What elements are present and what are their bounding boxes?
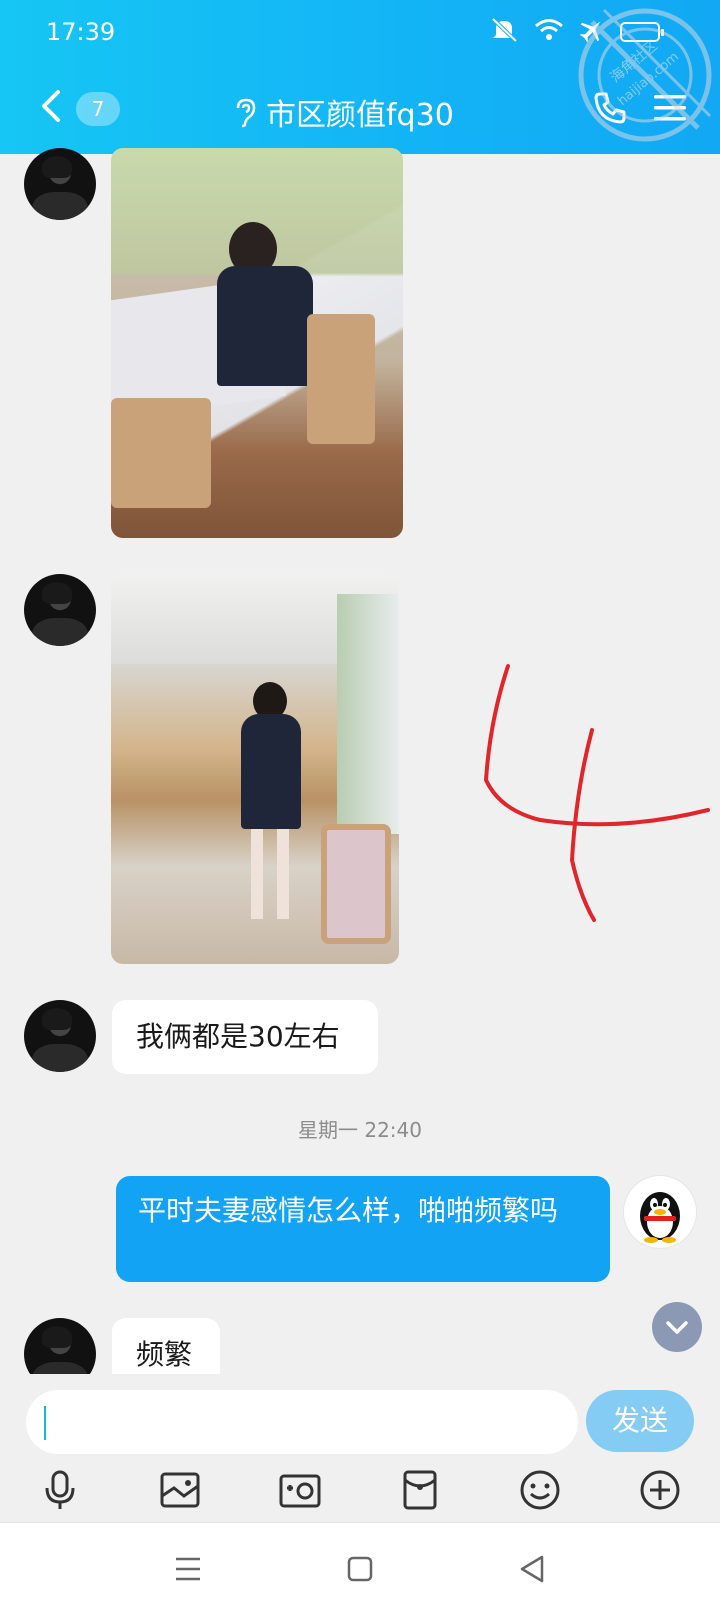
system-back-button[interactable]: [512, 1549, 552, 1589]
earpiece-icon: [236, 98, 256, 128]
contact-avatar[interactable]: [24, 148, 96, 220]
message-timestamp: 星期一 22:40: [298, 1118, 422, 1142]
mute-icon: [490, 17, 520, 47]
chat-title: 市区颜值fq30: [266, 98, 454, 133]
emoji-button[interactable]: [518, 1468, 562, 1512]
menu-nav-icon: [176, 1557, 200, 1581]
chair-shape: [321, 824, 391, 944]
album-button[interactable]: [158, 1468, 202, 1512]
message-image-2[interactable]: [111, 574, 399, 964]
back-nav-icon: [520, 1555, 544, 1583]
system-navigation-bar: [0, 1522, 720, 1612]
person-body: [217, 266, 313, 386]
contact-avatar[interactable]: [24, 1000, 96, 1072]
home-button[interactable]: [340, 1549, 380, 1589]
chair-shape: [307, 314, 375, 444]
back-button[interactable]: [36, 88, 66, 124]
person-leg-left: [251, 829, 263, 919]
unread-count-badge[interactable]: 7: [76, 92, 120, 126]
message-input-bar: 发送: [0, 1374, 720, 1522]
chevron-down-icon: [666, 1321, 688, 1334]
wifi-icon: [534, 18, 564, 46]
message-bubble-outgoing[interactable]: 平时夫妻感情怎么样，啪啪频繁吗: [116, 1176, 610, 1282]
message-input[interactable]: [26, 1390, 578, 1454]
penguin-avatar-icon: [640, 1192, 680, 1243]
red-envelope-button[interactable]: [398, 1468, 442, 1512]
send-button[interactable]: 发送: [586, 1390, 694, 1452]
self-avatar[interactable]: [624, 1176, 696, 1248]
message-bubble-incoming[interactable]: 我俩都是30左右: [112, 1000, 378, 1074]
person-body: [241, 714, 301, 829]
message-image-1[interactable]: [111, 148, 403, 538]
recent-apps-button[interactable]: [168, 1549, 208, 1589]
person-leg-right: [277, 829, 289, 919]
voice-input-button[interactable]: [38, 1468, 82, 1512]
camera-icon: [279, 1474, 321, 1508]
watermark-stamp: 海角社区 haijiao.com: [574, 4, 716, 146]
plus-icon: [640, 1470, 680, 1510]
microphone-icon: [45, 1470, 75, 1509]
status-time: 17:39: [46, 18, 116, 46]
home-nav-icon: [347, 1556, 373, 1582]
window-shape: [337, 594, 399, 834]
camera-button[interactable]: [278, 1468, 322, 1512]
scroll-to-bottom-button[interactable]: [652, 1302, 702, 1352]
red-envelope-icon: [403, 1470, 437, 1510]
message-bubble-incoming[interactable]: 频繁: [112, 1318, 220, 1374]
image-icon: [160, 1472, 200, 1508]
text-caret: [44, 1406, 46, 1440]
chair-shape-2: [111, 398, 211, 508]
back-icon: [42, 90, 60, 122]
handwritten-annotation: [483, 664, 710, 922]
contact-avatar[interactable]: [24, 574, 96, 646]
emoji-icon: [520, 1470, 560, 1510]
more-options-button[interactable]: [638, 1468, 682, 1512]
chat-title-area[interactable]: 市区颜值fq30: [230, 90, 454, 134]
